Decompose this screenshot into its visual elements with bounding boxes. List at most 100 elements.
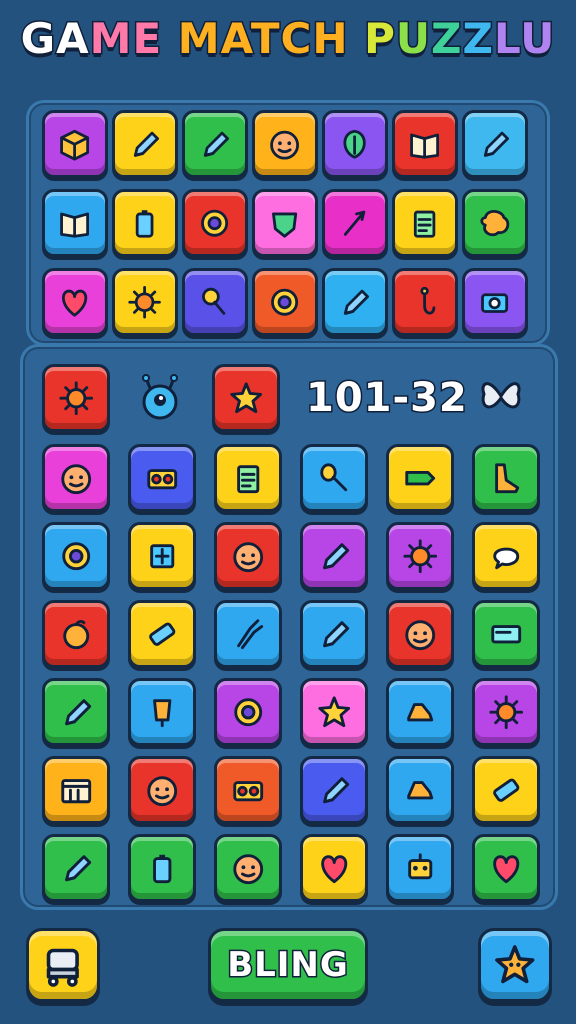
bottom-tile[interactable]	[472, 834, 540, 902]
card-icon	[475, 603, 537, 665]
star-face-icon	[491, 941, 539, 989]
bottom-tile[interactable]	[386, 522, 454, 590]
bottom-tile[interactable]	[386, 444, 454, 512]
bottom-tile[interactable]	[42, 600, 110, 668]
monster-icon[interactable]	[138, 374, 182, 422]
bottom-tile[interactable]	[128, 834, 196, 902]
pencil-icon	[465, 113, 525, 175]
top-tile[interactable]	[462, 110, 528, 178]
top-tile[interactable]	[322, 110, 388, 178]
title-letter: A	[55, 13, 90, 65]
bottom-tile[interactable]	[42, 756, 110, 824]
top-tile[interactable]	[182, 189, 248, 257]
bottom-tile[interactable]	[42, 834, 110, 902]
pencil-icon	[45, 837, 107, 899]
key-icon	[185, 271, 245, 333]
top-tile[interactable]	[42, 110, 108, 178]
top-tile[interactable]	[252, 268, 318, 336]
top-tile[interactable]	[252, 189, 318, 257]
arrow-icon	[325, 192, 385, 254]
bottom-tile[interactable]	[472, 600, 540, 668]
top-tile[interactable]	[322, 189, 388, 257]
bottom-tile[interactable]	[128, 600, 196, 668]
bottom-tile[interactable]	[42, 678, 110, 746]
heart-icon	[475, 837, 537, 899]
ring-icon	[45, 525, 107, 587]
ring-icon	[255, 271, 315, 333]
bottom-tile[interactable]	[214, 600, 282, 668]
bottom-tile[interactable]	[214, 444, 282, 512]
butterfly-icon[interactable]	[478, 374, 524, 418]
bottom-tile[interactable]	[128, 678, 196, 746]
bottom-tile[interactable]	[128, 756, 196, 824]
bottom-tile[interactable]	[386, 600, 454, 668]
title-letter: A	[219, 13, 251, 65]
title-letter: E	[131, 13, 163, 65]
bottom-tile[interactable]	[128, 522, 196, 590]
sun-icon	[115, 271, 175, 333]
bottom-tile[interactable]	[42, 444, 110, 512]
top-tile[interactable]	[182, 268, 248, 336]
shoe-icon	[389, 681, 451, 743]
bottom-tile[interactable]	[300, 444, 368, 512]
top-tile[interactable]	[42, 268, 108, 336]
bottom-tile[interactable]	[214, 756, 282, 824]
bottom-tile[interactable]	[386, 678, 454, 746]
score-display: 101-32	[305, 374, 469, 423]
bottom-tile[interactable]	[300, 600, 368, 668]
bling-button[interactable]: BLING	[208, 928, 368, 1002]
pencil-icon	[115, 113, 175, 175]
top-tile[interactable]	[462, 189, 528, 257]
bottom-tile[interactable]	[214, 678, 282, 746]
cube-icon	[45, 113, 105, 175]
top-tile[interactable]	[182, 110, 248, 178]
top-tile[interactable]	[392, 110, 458, 178]
bottom-tile[interactable]	[300, 756, 368, 824]
star-icon	[215, 367, 277, 429]
sun-icon	[475, 681, 537, 743]
top-tile[interactable]	[322, 268, 388, 336]
book-icon	[395, 113, 455, 175]
top-tile[interactable]	[112, 189, 178, 257]
pencil-icon	[303, 525, 365, 587]
bottom-tile[interactable]	[386, 756, 454, 824]
bottom-tile[interactable]	[472, 444, 540, 512]
bottom-tile[interactable]	[42, 522, 110, 590]
pencil-icon	[303, 759, 365, 821]
top-tile[interactable]	[112, 268, 178, 336]
bottom-tile[interactable]	[472, 522, 540, 590]
shoe-icon	[389, 759, 451, 821]
face-icon	[131, 759, 193, 821]
top-tile[interactable]	[462, 268, 528, 336]
book-icon	[45, 192, 105, 254]
title-letter: M	[88, 13, 133, 65]
star-button[interactable]	[478, 928, 552, 1002]
note-icon	[217, 447, 279, 509]
bottom-tile[interactable]	[300, 522, 368, 590]
top-tile[interactable]	[252, 110, 318, 178]
bottom-tile[interactable]	[300, 834, 368, 902]
bottom-tile[interactable]	[212, 364, 280, 432]
title-letter: U	[394, 13, 432, 65]
top-tile[interactable]	[112, 110, 178, 178]
bottom-tile[interactable]	[214, 834, 282, 902]
title-letter: Z	[429, 13, 463, 65]
bottom-tile[interactable]	[128, 444, 196, 512]
title-letter	[162, 14, 178, 63]
bandage-icon	[475, 759, 537, 821]
boot-icon	[475, 447, 537, 509]
bottom-tile[interactable]	[42, 364, 110, 432]
bottom-tile[interactable]	[300, 678, 368, 746]
bottom-tile[interactable]	[472, 756, 540, 824]
top-tile[interactable]	[392, 189, 458, 257]
bottom-tile[interactable]	[386, 834, 454, 902]
tag-icon	[389, 447, 451, 509]
top-tile[interactable]	[42, 189, 108, 257]
bandage-icon	[131, 603, 193, 665]
sun-icon	[389, 525, 451, 587]
top-tile[interactable]	[392, 268, 458, 336]
bottom-tile[interactable]	[214, 522, 282, 590]
pencil-icon	[185, 113, 245, 175]
bottom-tile[interactable]	[472, 678, 540, 746]
cart-button[interactable]	[26, 928, 100, 1002]
